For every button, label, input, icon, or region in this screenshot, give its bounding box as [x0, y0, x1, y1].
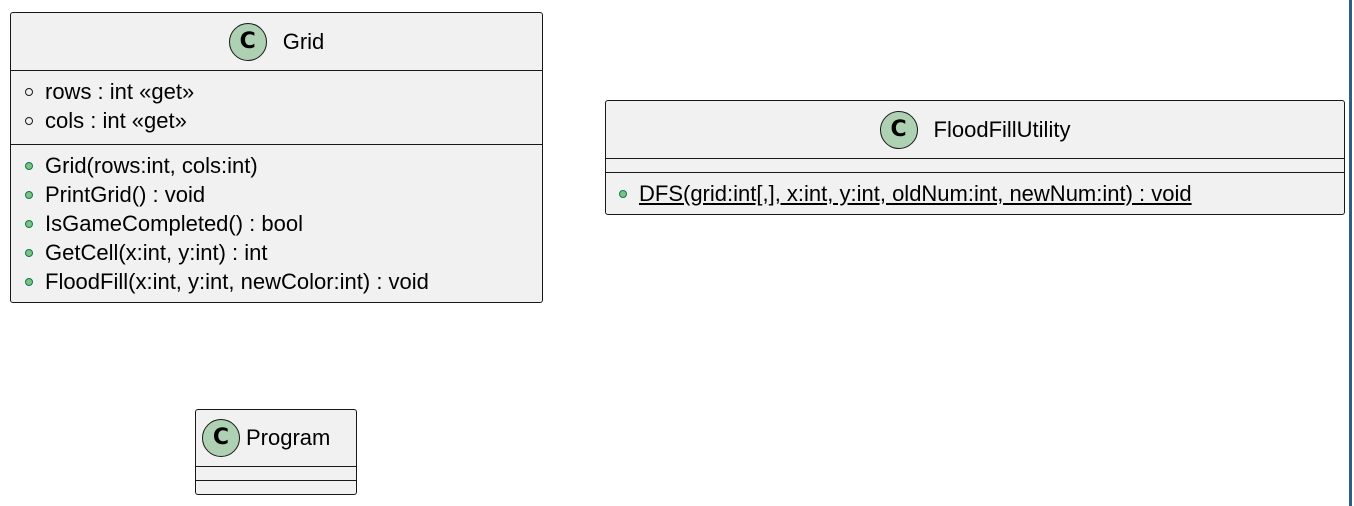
public-method-icon	[25, 190, 33, 199]
class-grid[interactable]: C Grid rows : int «get» cols : int «get»…	[10, 12, 543, 303]
method-text: FloodFill(x:int, y:int, newColor:int) : …	[45, 268, 429, 294]
right-edge-border	[1349, 0, 1352, 506]
public-field-icon	[25, 116, 33, 125]
section-divider	[196, 480, 356, 481]
class-program-fields	[196, 467, 356, 480]
method-row: IsGameCompleted() : bool	[11, 209, 542, 238]
field-text: rows : int «get»	[45, 78, 195, 104]
method-text: PrintGrid() : void	[45, 181, 206, 207]
class-grid-methods: Grid(rows:int, cols:int) PrintGrid() : v…	[11, 145, 542, 296]
class-c-icon: C	[202, 419, 240, 457]
class-c-icon: C	[228, 22, 267, 61]
public-method-icon	[25, 248, 33, 257]
public-field-icon	[25, 87, 33, 96]
class-grid-fields: rows : int «get» cols : int «get»	[11, 71, 542, 144]
class-name: FloodFillUtility	[933, 116, 1071, 142]
public-method-icon	[25, 161, 33, 170]
public-method-icon	[25, 277, 33, 286]
method-row: DFS(grid:int[,], x:int, y:int, oldNum:in…	[606, 179, 1344, 208]
method-text: GetCell(x:int, y:int) : int	[45, 239, 268, 265]
method-row: Grid(rows:int, cols:int)	[11, 151, 542, 180]
public-method-icon	[25, 219, 33, 228]
method-text: IsGameCompleted() : bool	[45, 210, 303, 236]
public-method-icon	[619, 189, 627, 198]
class-floodfillutility-fields	[606, 159, 1344, 172]
class-name: Program	[246, 425, 331, 450]
class-program-header: C Program	[196, 410, 356, 466]
method-row: GetCell(x:int, y:int) : int	[11, 238, 542, 267]
method-text: Grid(rows:int, cols:int)	[45, 152, 258, 178]
method-row: FloodFill(x:int, y:int, newColor:int) : …	[11, 267, 542, 296]
class-floodfillutility[interactable]: C FloodFillUtility DFS(grid:int[,], x:in…	[605, 100, 1345, 215]
method-row: PrintGrid() : void	[11, 180, 542, 209]
class-c-icon: C	[879, 110, 918, 149]
class-floodfillutility-methods: DFS(grid:int[,], x:int, y:int, oldNum:in…	[606, 173, 1344, 208]
class-program[interactable]: C Program	[195, 409, 357, 495]
static-method-text: DFS(grid:int[,], x:int, y:int, oldNum:in…	[639, 180, 1192, 206]
field-row: cols : int «get»	[11, 106, 542, 135]
class-grid-header: C Grid	[11, 13, 542, 70]
class-name: Grid	[282, 28, 325, 54]
field-row: rows : int «get»	[11, 77, 542, 106]
field-text: cols : int «get»	[45, 107, 187, 133]
class-floodfillutility-header: C FloodFillUtility	[606, 101, 1344, 158]
